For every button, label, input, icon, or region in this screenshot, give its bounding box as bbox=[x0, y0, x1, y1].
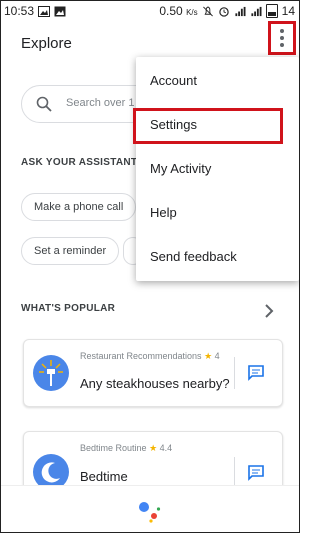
menu-item-label: Send feedback bbox=[150, 249, 237, 264]
menu-item-account[interactable]: Account bbox=[136, 59, 299, 103]
more-vert-icon bbox=[280, 29, 284, 47]
app-frame: 10:53 0.50 K/s 14 Explore Search over 1 … bbox=[0, 0, 300, 533]
menu-item-help[interactable]: Help bbox=[136, 191, 299, 235]
search-placeholder: Search over 1 bbox=[66, 97, 135, 109]
message-icon[interactable] bbox=[247, 465, 265, 481]
notification-icon bbox=[38, 5, 51, 17]
card-category: Bedtime Routine ★ 4.4 bbox=[80, 443, 172, 454]
menu-item-label: My Activity bbox=[150, 161, 212, 176]
battery-icon bbox=[265, 4, 278, 18]
card-restaurant[interactable]: Restaurant Recommendations ★ 4 Any steak… bbox=[23, 339, 283, 407]
star-icon: ★ bbox=[204, 351, 213, 361]
chevron-right-icon[interactable] bbox=[263, 303, 275, 319]
alarm-icon bbox=[218, 6, 229, 17]
menu-item-my-activity[interactable]: My Activity bbox=[136, 147, 299, 191]
chip-set-reminder[interactable]: Set a reminder bbox=[21, 237, 120, 265]
settings-highlight-box bbox=[133, 108, 283, 144]
status-right: 0.50 K/s 14 bbox=[159, 4, 295, 18]
overflow-menu: Account Settings My Activity Help Send f… bbox=[136, 57, 299, 281]
image-icon bbox=[54, 6, 66, 16]
signal-icon-1 bbox=[235, 6, 246, 16]
card-category: Restaurant Recommendations ★ 4 bbox=[80, 351, 220, 362]
signal-icon-2 bbox=[251, 6, 262, 16]
search-icon bbox=[36, 96, 52, 112]
mute-icon bbox=[202, 5, 213, 16]
network-speed-unit: K/s bbox=[186, 8, 198, 17]
menu-item-send-feedback[interactable]: Send feedback bbox=[136, 235, 299, 279]
assistant-logo-icon[interactable] bbox=[137, 499, 161, 523]
status-left: 10:53 bbox=[4, 4, 66, 18]
card-rating: 4.4 bbox=[159, 443, 173, 453]
card-divider bbox=[234, 357, 235, 389]
card-category-text: Bedtime Routine bbox=[80, 443, 147, 453]
menu-item-label: Help bbox=[150, 205, 177, 220]
status-bar: 10:53 0.50 K/s 14 bbox=[1, 1, 299, 21]
card-rating: 4 bbox=[214, 351, 220, 361]
ask-section-title: ASK YOUR ASSISTANT bbox=[21, 157, 138, 168]
card-title: Any steakhouses nearby? bbox=[80, 376, 230, 391]
battery-level: 14 bbox=[281, 4, 295, 18]
chip-make-phone-call[interactable]: Make a phone call bbox=[21, 193, 137, 221]
menu-item-label: Account bbox=[150, 73, 197, 88]
card-category-text: Restaurant Recommendations bbox=[80, 351, 202, 361]
network-speed-value: 0.50 bbox=[159, 4, 183, 18]
status-time: 10:53 bbox=[4, 4, 35, 18]
message-icon[interactable] bbox=[247, 365, 265, 381]
network-speed: 0.50 K/s bbox=[159, 4, 197, 18]
bottom-bar bbox=[1, 485, 299, 532]
star-icon: ★ bbox=[149, 443, 158, 453]
fork-knife-icon bbox=[33, 355, 69, 391]
card-title: Bedtime bbox=[80, 469, 128, 484]
page-title: Explore bbox=[21, 35, 72, 52]
more-options-button[interactable] bbox=[268, 21, 296, 55]
fork-knife-icon-graphic bbox=[39, 360, 63, 386]
popular-section-title: WHAT'S POPULAR bbox=[21, 303, 116, 314]
